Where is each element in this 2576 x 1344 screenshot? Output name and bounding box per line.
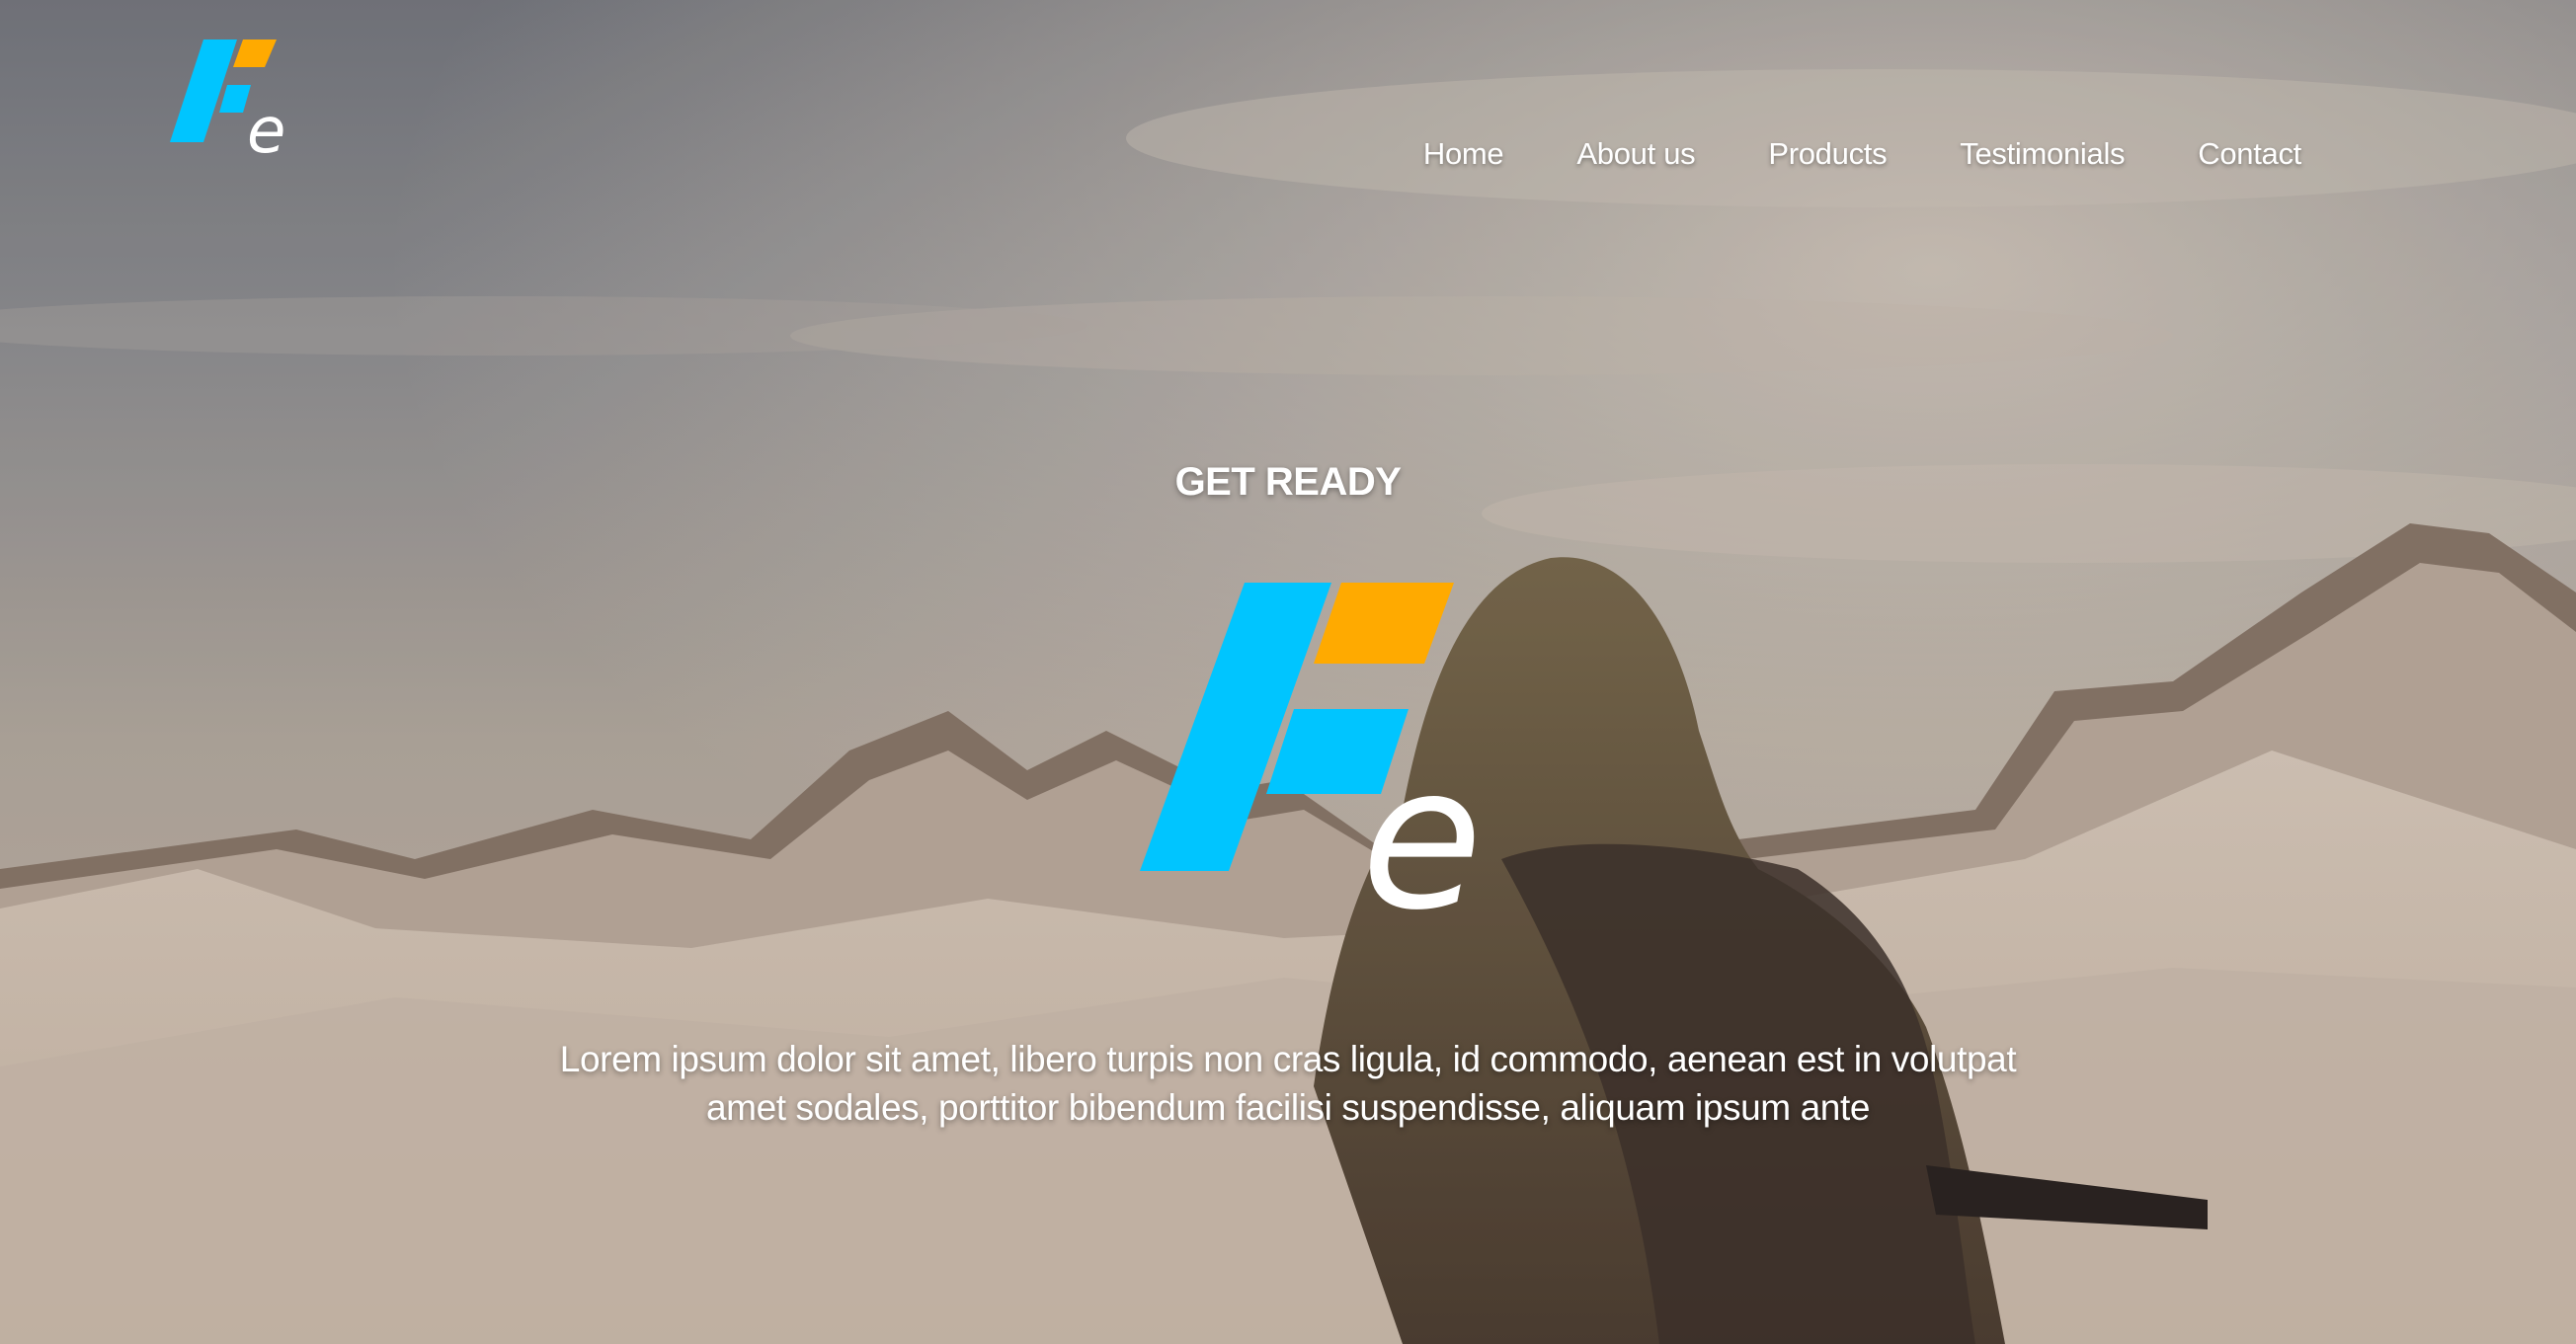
fe-logo-icon: e bbox=[1140, 583, 1483, 930]
svg-text:e: e bbox=[1361, 724, 1483, 930]
hero-section: GET READY e Lorem ipsum dolor sit amet, … bbox=[0, 0, 2576, 1344]
hero-tagline: GET READY bbox=[1174, 460, 1402, 504]
landing-page: e Home About us Products Testimonials Co… bbox=[0, 0, 2576, 1344]
hero-description: Lorem ipsum dolor sit amet, libero turpi… bbox=[559, 1039, 2017, 1128]
